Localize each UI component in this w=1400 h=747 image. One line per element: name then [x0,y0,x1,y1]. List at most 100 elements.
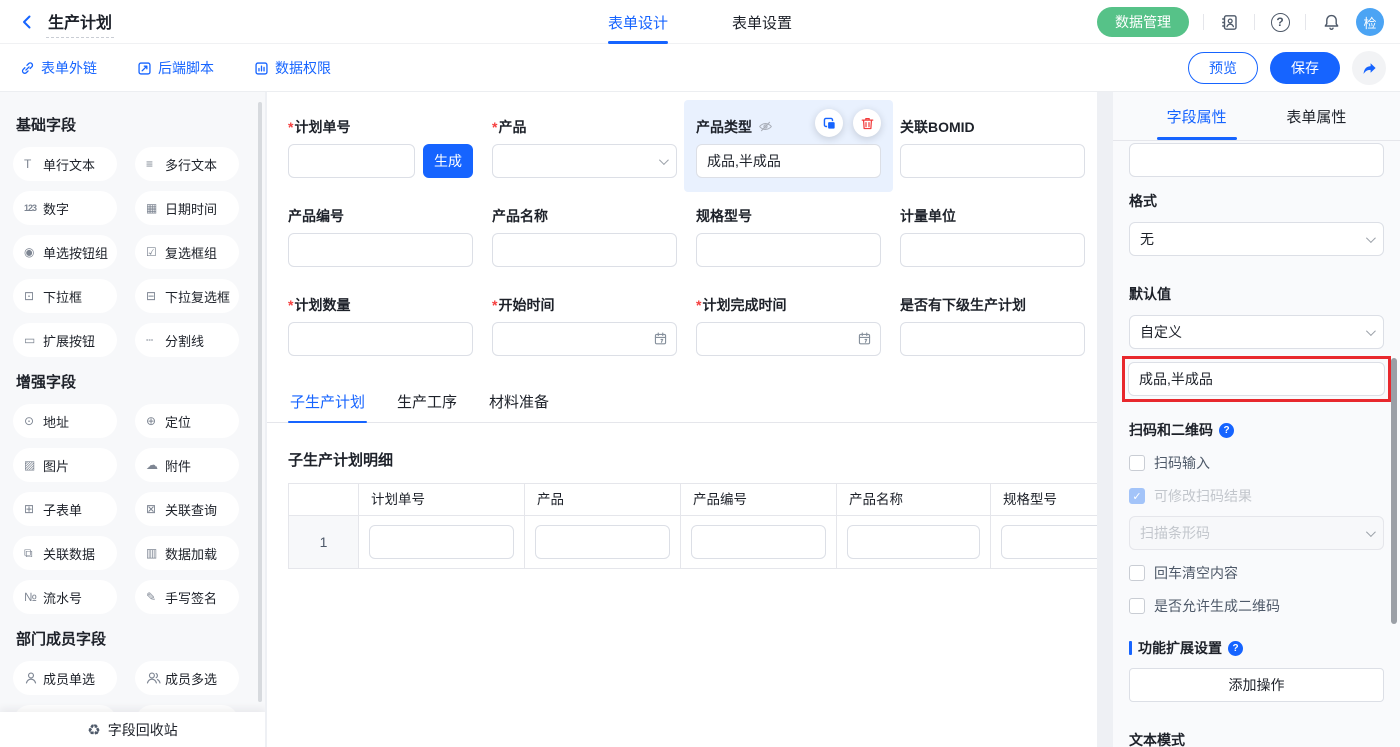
default-value-input[interactable] [1128,362,1385,396]
field-product[interactable]: *产品 [492,118,677,178]
field-finish-time[interactable]: *计划完成时间 [696,296,881,356]
save-button[interactable]: 保存 [1270,52,1340,84]
field-type-dropdown[interactable]: ⊡下拉框 [13,279,117,313]
field-plan-qty[interactable]: *计划数量 [288,296,473,356]
field-type-radio-group[interactable]: ◉单选按钮组 [13,235,117,269]
field-type-signature[interactable]: ✎手写签名 [135,580,239,614]
field-type-multi-dropdown[interactable]: ⊟下拉复选框 [135,279,239,313]
scan-type-select[interactable]: 扫描条形码 [1129,516,1384,550]
generate-button[interactable]: 生成 [423,144,473,178]
header-tabs: 表单设计 表单设置 [608,0,792,44]
enter-clear-checkbox[interactable]: 回车清空内容 [1129,563,1384,583]
back-button[interactable] [16,11,38,33]
tab-material-prep[interactable]: 材料准备 [487,385,551,422]
col-header-product-code: 产品编号 [681,484,837,515]
add-action-button[interactable]: 添加操作 [1129,668,1384,702]
chevron-left-icon [19,14,35,30]
field-plan-no[interactable]: *计划单号 生成 [288,118,473,178]
start-time-input[interactable] [492,322,677,356]
tab-sub-production-plan[interactable]: 子生产计划 [288,385,367,422]
cell-product-input[interactable] [535,525,670,559]
allow-qrcode-checkbox[interactable]: 是否允许生成二维码 [1129,596,1384,616]
unit-input[interactable] [900,233,1085,267]
help-icon[interactable]: ? [1228,641,1243,656]
checkbox-icon [1129,565,1145,581]
field-spec-model[interactable]: 规格型号 [696,207,881,267]
field-type-serial-no[interactable]: №流水号 [13,580,117,614]
subform-table: 计划单号 产品 产品编号 产品名称 规格型号 1 [288,483,1097,569]
field-type-multi-text[interactable]: ≡多行文本 [135,147,239,181]
field-type-lookup[interactable]: ⊠关联查询 [135,492,239,526]
row-number: 1 [289,516,359,568]
tab-production-process[interactable]: 生产工序 [395,385,459,422]
scan-editable-checkbox[interactable]: ✓ 可修改扫码结果 [1129,486,1384,506]
delete-field-button[interactable] [853,109,881,137]
format-select[interactable]: 无 [1129,222,1384,256]
field-type-member-single[interactable]: 成员单选 [13,661,117,695]
field-unit[interactable]: 计量单位 [900,207,1085,267]
external-link-action[interactable]: 表单外链 [20,58,97,78]
field-has-sub-plan[interactable]: 是否有下级生产计划 [900,296,1085,356]
field-product-name[interactable]: 产品名称 [492,207,677,267]
has-sub-plan-input[interactable] [900,322,1085,356]
spec-model-input[interactable] [696,233,881,267]
panel-scrollbar[interactable] [1391,358,1397,624]
field-type-attachment[interactable]: ☁附件 [135,448,239,482]
field-type-checkbox-group[interactable]: ☑复选框组 [135,235,239,269]
field-type-datetime[interactable]: ▦日期时间 [135,191,239,225]
default-value-mode-select[interactable]: 自定义 [1129,315,1384,349]
field-bom-id[interactable]: 关联BOMID [900,118,1085,178]
backend-script-action[interactable]: 后端脚本 [137,58,214,78]
field-start-time[interactable]: *开始时间 [492,296,677,356]
product-name-input[interactable] [492,233,677,267]
tab-field-properties[interactable]: 字段属性 [1161,92,1233,140]
section-title-basic-fields: 基础字段 [16,114,250,135]
bom-id-input[interactable] [900,144,1085,178]
plan-no-input[interactable] [288,144,415,178]
field-type-extend-button[interactable]: ▭扩展按钮 [13,323,117,357]
scan-section-header: 扫码和二维码 ? [1129,420,1384,440]
field-recycle-bin[interactable]: ♻ 字段回收站 [0,712,265,747]
field-type-locate[interactable]: ⊕定位 [135,404,239,438]
user-avatar[interactable]: 检 [1356,8,1384,36]
tab-form-properties[interactable]: 表单属性 [1280,92,1352,140]
field-product-code[interactable]: 产品编号 [288,207,473,267]
notification-bell-icon[interactable] [1320,11,1342,33]
divider-icon: ┄ [146,333,165,347]
field-title-input[interactable] [1129,143,1384,177]
contacts-icon[interactable] [1218,11,1240,33]
scan-input-checkbox[interactable]: 扫码输入 [1129,453,1384,473]
field-type-linked-data[interactable]: ⧉关联数据 [13,536,117,570]
cell-product-code-input[interactable] [691,525,826,559]
field-type-number[interactable]: 123数字 [13,191,117,225]
help-icon[interactable]: ? [1219,423,1234,438]
field-type-image[interactable]: ▨图片 [13,448,117,482]
cell-plan-no-input[interactable] [369,525,514,559]
copy-field-button[interactable] [815,109,843,137]
field-type-subform[interactable]: ⊞子表单 [13,492,117,526]
help-icon[interactable]: ? [1269,11,1291,33]
field-type-single-text[interactable]: T单行文本 [13,147,117,181]
cell-product-name-input[interactable] [847,525,980,559]
product-type-input[interactable] [696,144,881,178]
product-select[interactable] [492,144,677,178]
tab-form-settings[interactable]: 表单设置 [732,0,792,44]
checkbox-group-icon: ☑ [146,245,165,259]
preview-button[interactable]: 预览 [1188,52,1258,84]
field-product-type-selected[interactable]: 产品类型 [684,100,893,192]
field-type-address[interactable]: ⊙地址 [13,404,117,438]
data-permission-action[interactable]: 数据权限 [254,58,331,78]
copy-icon [822,116,837,131]
chevron-down-icon [659,155,669,165]
cell-spec-model-input[interactable] [1001,525,1097,559]
field-type-data-load[interactable]: ▥数据加载 [135,536,239,570]
plan-qty-input[interactable] [288,322,473,356]
product-code-input[interactable] [288,233,473,267]
tab-form-design[interactable]: 表单设计 [608,0,668,44]
field-type-member-multi[interactable]: 成员多选 [135,661,239,695]
field-type-divider[interactable]: ┄分割线 [135,323,239,357]
share-button[interactable] [1352,51,1386,85]
data-manage-button[interactable]: 数据管理 [1097,7,1189,37]
finish-time-input[interactable] [696,322,881,356]
sidebar-scrollbar[interactable] [258,102,262,702]
